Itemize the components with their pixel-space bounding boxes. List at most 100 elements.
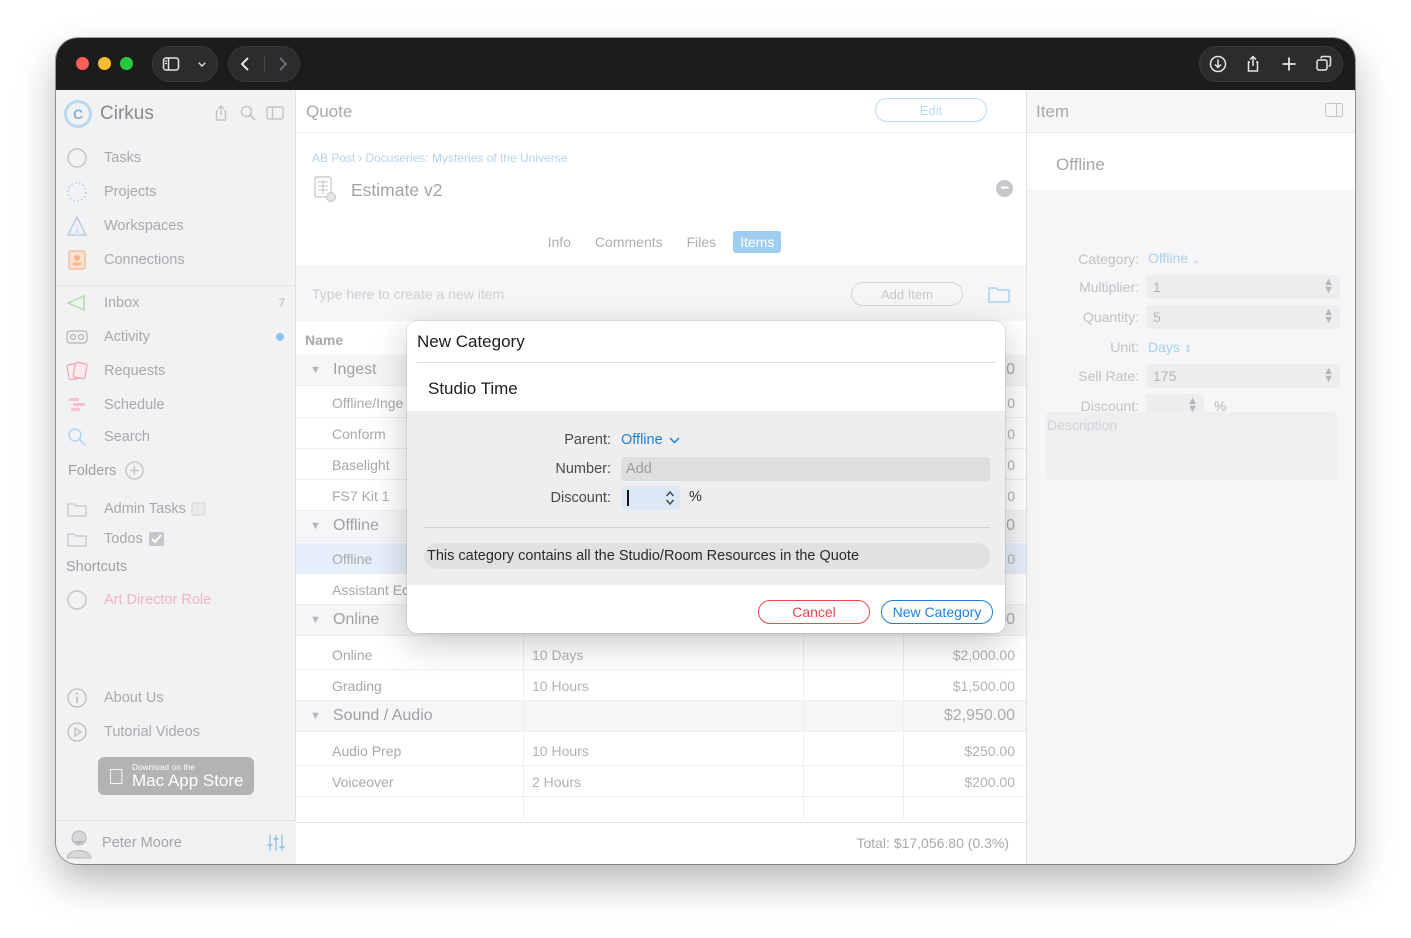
- new-item-input[interactable]: Type here to create a new item: [312, 286, 504, 302]
- downloads-button[interactable]: [1200, 47, 1236, 81]
- new-tab-button[interactable]: [1271, 47, 1307, 81]
- sidebar-item-inbox[interactable]: Inbox 7: [56, 288, 296, 318]
- inbox-count-badge: 7: [278, 296, 285, 310]
- sidebar-icon[interactable]: [1325, 103, 1343, 117]
- disclosure-triangle-icon[interactable]: ▼: [310, 364, 321, 376]
- discount-stepper[interactable]: [621, 486, 680, 510]
- unit-dropdown[interactable]: Days ⇕: [1148, 339, 1192, 355]
- chevron-right-icon: [279, 57, 288, 71]
- app-name: Cirkus: [100, 103, 154, 124]
- row-name: Offline/Inge: [332, 395, 404, 411]
- add-item-button[interactable]: Add Item: [851, 282, 963, 306]
- number-input[interactable]: Add: [621, 457, 990, 481]
- forward-button[interactable]: [264, 47, 299, 81]
- tab-info[interactable]: Info: [541, 231, 578, 253]
- parent-dropdown[interactable]: Offline: [621, 432, 680, 448]
- quantity-stepper[interactable]: 5 ▲ ▼: [1146, 305, 1340, 329]
- sidebar-item-search[interactable]: Search: [56, 422, 296, 452]
- category-dropdown[interactable]: Offline ⌄: [1148, 250, 1201, 266]
- table-row[interactable]: Voiceover 2 Hours $200.00: [296, 766, 1026, 797]
- sidebar-item-label: Connections: [104, 252, 185, 268]
- sell-rate-stepper[interactable]: 175 ▲ ▼: [1146, 364, 1340, 388]
- tab-comments[interactable]: Comments: [588, 231, 670, 253]
- zoom-window-button[interactable]: [120, 57, 133, 70]
- row-amount: $2,950.00: [943, 707, 1015, 724]
- stepper-icon[interactable]: ▲ ▼: [1323, 366, 1334, 385]
- sidebar-item-art-director-role[interactable]: Art Director Role: [56, 585, 296, 615]
- sidebar-item-admin-tasks[interactable]: Admin Tasks: [56, 494, 296, 524]
- share-icon[interactable]: [212, 104, 230, 122]
- sidebar-menu-button[interactable]: [189, 47, 215, 81]
- sidebar-item-label: Workspaces: [104, 218, 184, 234]
- up-down-chevron-icon: ⇕: [1183, 344, 1193, 355]
- cancel-button[interactable]: Cancel: [758, 600, 870, 624]
- search-icon[interactable]: [239, 104, 257, 122]
- back-button[interactable]: [229, 47, 264, 81]
- sidebar-item-connections[interactable]: Connections: [56, 245, 296, 275]
- sidebar-header: C Cirkus: [56, 90, 296, 138]
- circle-icon: [66, 147, 88, 169]
- sidebar-item-projects[interactable]: Projects: [56, 177, 296, 207]
- row-name: Online: [332, 647, 373, 663]
- tent-icon: [66, 215, 88, 237]
- close-window-button[interactable]: [76, 57, 89, 70]
- inspector-title: Item: [1036, 102, 1070, 121]
- sidebar-item-schedule[interactable]: Schedule: [56, 390, 296, 420]
- table-row[interactable]: Online 10 Days $2,000.00: [296, 639, 1026, 670]
- sliders-icon[interactable]: [266, 833, 286, 853]
- breadcrumb-client-link[interactable]: AB Post: [312, 151, 355, 165]
- breadcrumb-separator: ›: [358, 151, 363, 165]
- table-group-row[interactable]: ▼ Sound / Audio $2,950.00: [296, 701, 1026, 732]
- description-field[interactable]: Description: [1045, 412, 1338, 480]
- sidebar-item-tutorial-videos[interactable]: Tutorial Videos: [56, 717, 296, 747]
- discount-label: Discount:: [550, 490, 611, 506]
- minimize-window-button[interactable]: [98, 57, 111, 70]
- row-name: Offline: [333, 517, 379, 534]
- stepper-icon[interactable]: ▲ ▼: [1323, 307, 1334, 326]
- page-title: Quote: [306, 102, 353, 121]
- sidebar-item-tasks[interactable]: Tasks: [56, 143, 296, 173]
- column-separator: [523, 605, 524, 819]
- sidebar-icon[interactable]: [266, 104, 284, 122]
- tab-items[interactable]: Items: [733, 231, 782, 253]
- tab-overview-button[interactable]: [1307, 47, 1343, 81]
- new-category-button[interactable]: New Category: [881, 600, 993, 624]
- edit-button[interactable]: Edit: [875, 98, 987, 122]
- stepper-icon[interactable]: ▲ ▼: [1323, 277, 1334, 296]
- table-row[interactable]: Grading 10 Hours $1,500.00: [296, 670, 1026, 701]
- disclosure-triangle-icon[interactable]: ▼: [310, 614, 321, 626]
- sidebar-item-activity[interactable]: Activity: [56, 322, 296, 352]
- row-name: Offline: [332, 551, 373, 567]
- sidebar-toggle-group: [152, 46, 218, 82]
- folder-icon[interactable]: [988, 284, 1010, 304]
- sidebar-item-label: Art Director Role: [104, 592, 212, 608]
- sidebar-item-about-us[interactable]: About Us: [56, 683, 296, 713]
- parent-value: Offline: [621, 432, 663, 448]
- description-text: This category contains all the Studio/Ro…: [427, 548, 860, 564]
- stepper-icon[interactable]: ▲ ▼: [1187, 396, 1198, 415]
- sidebar-item-workspaces[interactable]: Workspaces: [56, 211, 296, 241]
- breadcrumb-project-link[interactable]: Docuseries: Mysteries of the Universe: [365, 151, 567, 165]
- stepper-icon[interactable]: [665, 489, 675, 507]
- category-name-field[interactable]: Studio Time: [428, 379, 518, 399]
- add-folder-plus-icon[interactable]: [125, 461, 144, 480]
- flag-icon: [191, 502, 206, 516]
- disclosure-triangle-icon[interactable]: ▼: [310, 710, 321, 722]
- sidebar-item-todos[interactable]: Todos: [56, 524, 296, 554]
- disclosure-triangle-icon[interactable]: ▼: [310, 520, 321, 532]
- row-name: Sound / Audio: [333, 707, 433, 724]
- table-row[interactable]: Audio Prep 10 Hours $250.00: [296, 735, 1026, 766]
- column-header-name[interactable]: Name: [305, 332, 343, 348]
- apple-logo-icon: : [108, 764, 125, 790]
- mac-app-store-badge[interactable]:  Download on the Mac App Store: [98, 757, 254, 795]
- sidebar-item-requests[interactable]: Requests: [56, 356, 296, 386]
- more-options-icon[interactable]: •••: [996, 180, 1013, 197]
- unit-label: Unit:: [1110, 339, 1139, 355]
- avatar[interactable]: [64, 827, 94, 859]
- multiplier-stepper[interactable]: 1 ▲ ▼: [1146, 275, 1340, 299]
- parent-label: Parent:: [564, 432, 611, 448]
- description-field[interactable]: This category contains all the Studio/Ro…: [424, 543, 990, 569]
- share-button[interactable]: [1236, 47, 1272, 81]
- tab-files[interactable]: Files: [680, 231, 724, 253]
- sidebar-toggle-button[interactable]: [153, 47, 189, 81]
